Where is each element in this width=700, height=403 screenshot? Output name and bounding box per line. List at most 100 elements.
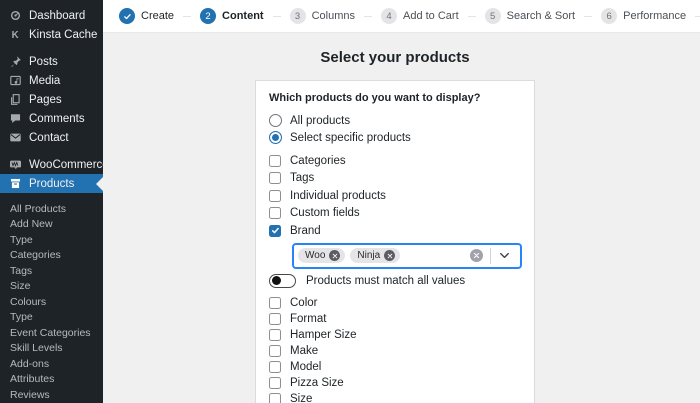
checkbox[interactable] [269,329,281,341]
step-number: 6 [601,8,617,24]
checkbox[interactable] [269,393,281,403]
sidebar-item-posts[interactable]: Posts [0,52,103,71]
sidebar-item-label: Pages [29,94,62,106]
pushpin-icon [8,55,22,69]
checkbox-row-tags[interactable]: Tags [269,170,522,188]
sidebar-subitem-skill-levels[interactable]: Skill Levels [0,341,103,357]
sidebar-subitem-add-new[interactable]: Add New [0,217,103,233]
sidebar-item-comments[interactable]: Comments [0,109,103,128]
checkbox[interactable] [269,345,281,357]
checkbox-row-color[interactable]: Color [269,295,522,311]
step-connector [468,16,476,17]
checkbox[interactable] [269,172,281,184]
checkbox-label: Make [290,345,318,357]
checkbox-row-custom-fields[interactable]: Custom fields [269,205,522,223]
step-add-to-cart[interactable]: 4Add to Cart [381,8,459,24]
sidebar: DashboardKKinsta Cache Posts Media Pages Com… [0,0,103,403]
sidebar-item-label: WooCommerce [29,159,103,171]
checkbox-label: Brand [290,225,321,237]
dashboard-icon [8,9,22,23]
sidebar-subitem-categories[interactable]: Categories [0,248,103,264]
checkbox-list-bottom: ColorFormat Hamper Size Make Model Pizza Siz… [269,295,522,403]
chip-label: Woo [305,250,325,261]
step-performance[interactable]: 6 Performance [601,8,686,24]
checkbox-row-hamper-size[interactable]: Hamper Size [269,327,522,343]
match-all-toggle[interactable] [269,274,296,288]
step-number: 2 [200,8,216,24]
products-icon [8,177,22,191]
checkbox-checked[interactable] [269,225,281,237]
step-number: 3 [290,8,306,24]
checkbox-row-categories[interactable]: Categories [269,152,522,170]
chip-remove-icon[interactable] [329,250,340,261]
sidebar-item-products[interactable]: Products [0,174,103,193]
checkbox[interactable] [269,155,281,167]
sidebar-subitem-type[interactable]: Type [0,310,103,326]
step-search-sort[interactable]: 5Search & Sort [485,8,575,24]
checkbox-label: Hamper Size [290,329,356,341]
chip-woo: Woo [298,248,345,263]
svg-text:K: K [11,30,18,41]
chip-remove-icon[interactable] [384,250,395,261]
checkbox[interactable] [269,207,281,219]
sidebar-subitem-size[interactable]: Size [0,279,103,295]
sidebar-subitem-colours[interactable]: Colours [0,294,103,310]
radio-label: Select specific products [290,132,411,144]
sidebar-item-dashboard[interactable]: Dashboard [0,6,103,25]
checkbox[interactable] [269,377,281,389]
sidebar-submenu: All ProductsAdd NewTypeCategoriesTagsSiz… [0,193,103,403]
sidebar-item-label: Media [29,75,60,87]
sidebar-subitem-all-products[interactable]: All Products [0,201,103,217]
sidebar-subitem-event-categories[interactable]: Event Categories [0,325,103,341]
toggle-knob [272,276,281,285]
checkbox-row-format[interactable]: Format [269,311,522,327]
match-all-row: Products must match all values [269,274,522,289]
envelope-icon [8,131,22,145]
checkbox[interactable] [269,313,281,325]
sidebar-item-label: Products [29,178,74,190]
checkbox-row-individual-products[interactable]: Individual products [269,187,522,205]
checkbox-row-size[interactable]: Size [269,391,522,403]
sidebar-item-label: Posts [29,56,58,68]
chip-list: WooNinja [298,248,405,263]
checkbox-row-model[interactable]: Model [269,359,522,375]
match-all-label: Products must match all values [306,275,465,287]
sidebar-item-media[interactable]: Media [0,71,103,90]
step-label: Columns [312,10,355,22]
menu-separator [0,44,103,52]
step-number: 4 [381,8,397,24]
sidebar-subitem-attributes[interactable]: Attributes [0,372,103,388]
comments-icon [8,112,22,126]
chevron-down-icon[interactable] [497,248,512,263]
radio-row-all-products[interactable]: All products [269,112,522,129]
kinsta-icon: K [8,28,22,42]
sidebar-subitem-type[interactable]: Type [0,232,103,248]
checkbox[interactable] [269,190,281,202]
sidebar-item-woocommerce[interactable]: WooCommerce [0,155,103,174]
brand-select[interactable]: WooNinja [292,243,522,269]
checkbox[interactable] [269,297,281,309]
step-label: Performance [623,10,686,22]
sidebar-item-pages[interactable]: Pages [0,90,103,109]
checkbox-label: Pizza Size [290,377,344,389]
checkbox-label: Size [290,393,312,403]
checkbox[interactable] [269,361,281,373]
checkbox-row-pizza-size[interactable]: Pizza Size [269,375,522,391]
clear-all-icon[interactable] [470,249,483,262]
sidebar-subitem-reviews[interactable]: Reviews [0,387,103,403]
step-connector [364,16,372,17]
question-label: Which products do you want to display? [269,92,522,104]
radio-selected[interactable] [269,131,282,144]
radio[interactable] [269,114,282,127]
sidebar-subitem-tags[interactable]: Tags [0,263,103,279]
radio-row-select-specific-products[interactable]: Select specific products [269,129,522,146]
step-content[interactable]: 2Content [200,8,264,24]
sidebar-item-contact[interactable]: Contact [0,128,103,147]
sidebar-item-kinsta-cache[interactable]: KKinsta Cache [0,25,103,44]
step-columns[interactable]: 3 Columns [290,8,355,24]
step-create[interactable]: Create [119,8,174,24]
sidebar-item-label: Contact [29,132,69,144]
checkbox-row-make[interactable]: Make [269,343,522,359]
checkbox-row-brand[interactable]: Brand [269,222,522,240]
sidebar-subitem-add-ons[interactable]: Add-ons [0,356,103,372]
